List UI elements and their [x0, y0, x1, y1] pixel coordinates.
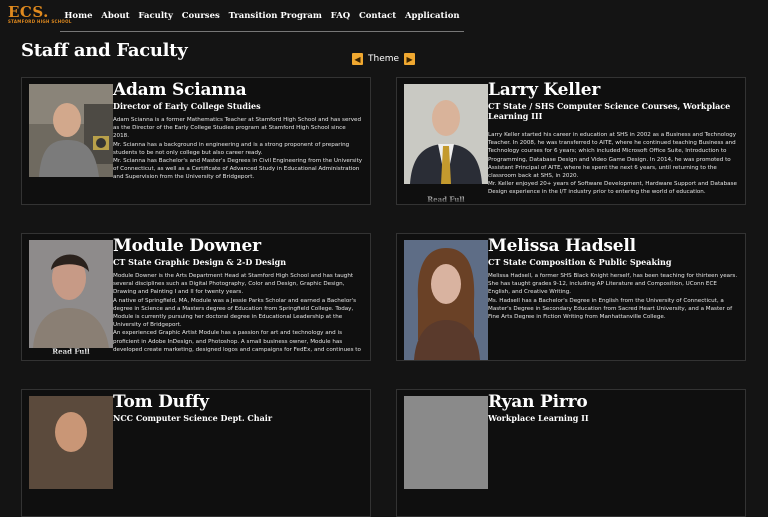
chevron-right-icon[interactable]: ▶	[404, 53, 416, 65]
faculty-role: CT State / SHS Computer Science Courses,…	[488, 101, 731, 121]
nav-application[interactable]: Application	[405, 11, 460, 21]
bio-paragraph: Melissa Hadsell, a former SHS Black Knig…	[488, 273, 738, 296]
faculty-name: Adam Scianna	[113, 80, 247, 100]
nav-about[interactable]: About	[101, 11, 129, 21]
bio-paragraph: Larry Keller started his career in educa…	[488, 132, 737, 180]
bio-paragraph: Mr. Scianna has Bachelor's and Master's …	[113, 158, 363, 181]
nav-transition-program[interactable]: Transition Program	[229, 11, 322, 21]
faculty-card: Adam Scianna Director of Early College S…	[21, 77, 371, 205]
faculty-photo	[29, 240, 113, 348]
main-nav: Home About Faculty Courses Transition Pr…	[60, 0, 464, 32]
faculty-bio: Module Downer is the Arts Department Hea…	[113, 272, 363, 354]
faculty-photo	[404, 84, 488, 184]
nav-home[interactable]: Home	[64, 11, 92, 21]
bio-paragraph: Adam Scianna is a former Mathematics Tea…	[113, 117, 362, 140]
read-full-link[interactable]: Read Full	[29, 347, 113, 356]
bio-paragraph: Module Downer is the Arts Department Hea…	[113, 273, 354, 296]
nav-contact[interactable]: Contact	[359, 11, 396, 21]
page-title: Staff and Faculty	[21, 40, 188, 61]
bio-paragraph: Ms. Hadsell has a Bachelor's Degree in E…	[488, 297, 733, 321]
nav-faq[interactable]: FAQ	[331, 11, 351, 21]
nav-courses[interactable]: Courses	[182, 11, 220, 21]
faculty-name: Tom Duffy	[113, 392, 209, 412]
faculty-bio: Melissa Hadsell, a former SHS Black Knig…	[488, 272, 738, 354]
read-full-link[interactable]: Read Full	[404, 195, 488, 204]
faculty-role: CT State Composition & Public Speaking	[488, 257, 672, 267]
faculty-card: Ryan Pirro Workplace Learning II	[396, 389, 746, 517]
faculty-role: Workplace Learning II	[488, 413, 589, 423]
faculty-bio: Adam Scianna is a former Mathematics Tea…	[113, 116, 363, 198]
faculty-photo	[404, 396, 488, 489]
faculty-photo	[29, 84, 113, 177]
faculty-name: Melissa Hadsell	[488, 236, 636, 256]
bio-paragraph: An experienced Graphic Artist Module has…	[113, 330, 361, 353]
faculty-name: Ryan Pirro	[488, 392, 588, 412]
faculty-photo	[404, 240, 488, 360]
faculty-role: NCC Computer Science Dept. Chair	[113, 413, 273, 423]
faculty-name: Module Downer	[113, 236, 261, 256]
faculty-card: Read Full Module Downer CT State Graphic…	[21, 233, 371, 361]
faculty-bio: Larry Keller started his career in educa…	[488, 131, 738, 198]
theme-switcher: ◀ Theme ▶	[352, 52, 416, 66]
faculty-name: Larry Keller	[488, 80, 601, 100]
faculty-role: CT State Graphic Design & 2-D Design	[113, 257, 287, 267]
faculty-card: Tom Duffy NCC Computer Science Dept. Cha…	[21, 389, 371, 517]
chevron-left-icon[interactable]: ◀	[352, 53, 363, 65]
bio-paragraph: A native of Springfield, MA, Module was …	[113, 297, 357, 329]
bio-paragraph: Mr. Scianna has a background in engineer…	[113, 141, 350, 156]
nav-faculty[interactable]: Faculty	[138, 11, 173, 21]
faculty-role: Director of Early College Studies	[113, 101, 261, 111]
faculty-card: Read Full Larry Keller CT State / SHS Co…	[396, 77, 746, 205]
faculty-card: Melissa Hadsell CT State Composition & P…	[396, 233, 746, 361]
bio-paragraph: Mr. Keller enjoyed 20+ years of Software…	[488, 181, 737, 196]
faculty-photo	[29, 396, 113, 489]
theme-label: Theme	[368, 54, 400, 64]
